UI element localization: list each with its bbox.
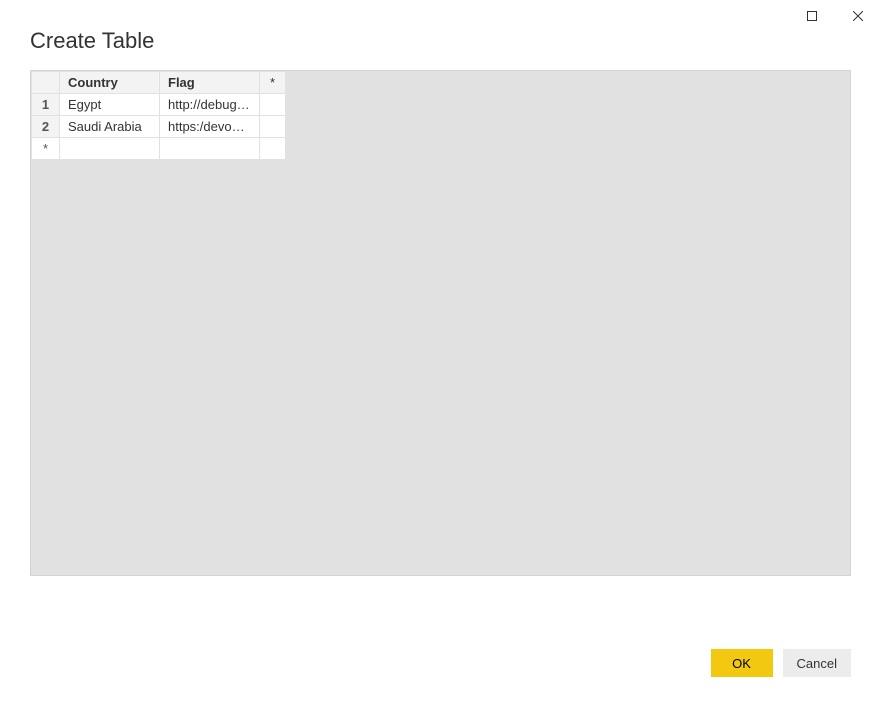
table-row[interactable]: 2 Saudi Arabia https:/devowor... [32, 116, 286, 138]
column-header-country[interactable]: Country [60, 72, 160, 94]
corner-cell[interactable] [32, 72, 60, 94]
table-row[interactable]: 1 Egypt http://debug.to/ [32, 94, 286, 116]
data-grid[interactable]: Country Flag * 1 Egypt http://debug.to/ … [31, 71, 286, 160]
table-container: Country Flag * 1 Egypt http://debug.to/ … [30, 70, 851, 576]
column-header-flag[interactable]: Flag [160, 72, 260, 94]
row-number[interactable]: 1 [32, 94, 60, 116]
maximize-button[interactable] [789, 0, 835, 32]
cell-country[interactable]: Egypt [60, 94, 160, 116]
button-bar: OK Cancel [711, 649, 851, 677]
cell-flag[interactable] [160, 138, 260, 160]
cell-empty[interactable] [260, 138, 286, 160]
cell-empty[interactable] [260, 94, 286, 116]
cancel-button[interactable]: Cancel [783, 649, 851, 677]
cell-country[interactable]: Saudi Arabia [60, 116, 160, 138]
row-number[interactable]: 2 [32, 116, 60, 138]
close-icon [853, 11, 863, 21]
maximize-icon [807, 11, 817, 21]
dialog-title: Create Table [0, 0, 881, 70]
new-row-marker[interactable]: * [32, 138, 60, 160]
cell-flag[interactable]: https:/devowor... [160, 116, 260, 138]
cell-empty[interactable] [260, 116, 286, 138]
cell-country[interactable] [60, 138, 160, 160]
close-button[interactable] [835, 0, 881, 32]
new-row[interactable]: * [32, 138, 286, 160]
ok-button[interactable]: OK [711, 649, 773, 677]
window-controls [789, 0, 881, 32]
header-row: Country Flag * [32, 72, 286, 94]
cell-flag[interactable]: http://debug.to/ [160, 94, 260, 116]
column-header-add[interactable]: * [260, 72, 286, 94]
